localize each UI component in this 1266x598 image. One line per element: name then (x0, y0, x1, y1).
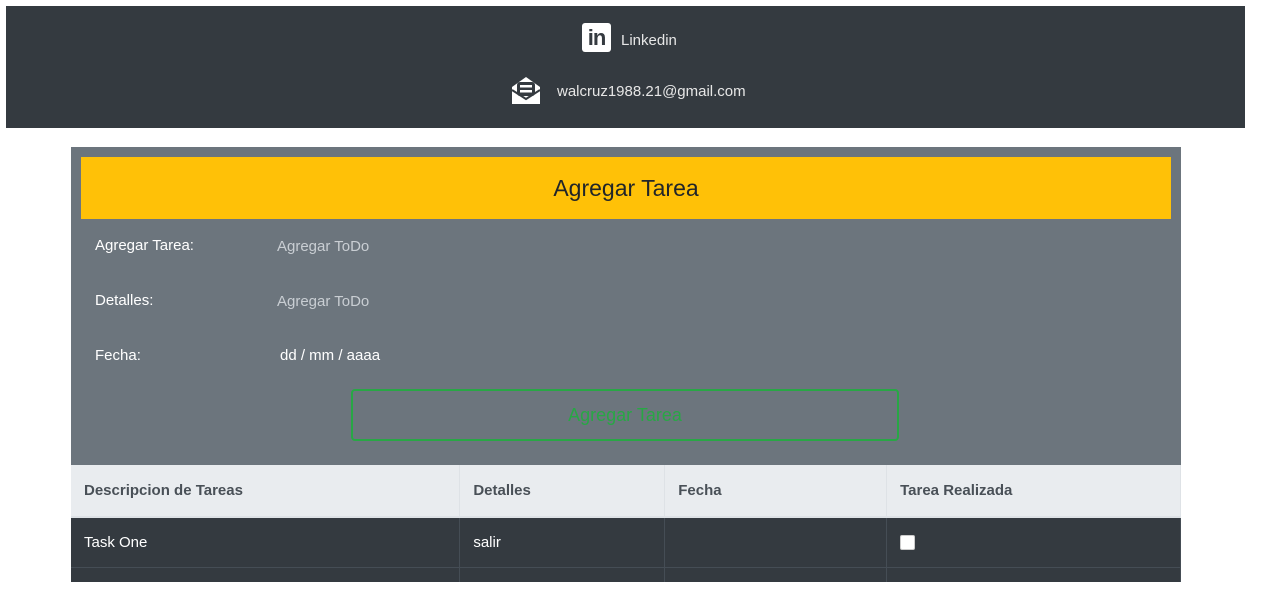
todo-card: Agregar Tarea Agregar Tarea: Detalles: F… (71, 147, 1181, 582)
task-description-cell: Task One (71, 517, 461, 568)
linkedin-icon: in (582, 23, 611, 52)
linkedin-link[interactable]: in Linkedin (582, 23, 677, 52)
table-header-row: Descripcion de Tareas Detalles Fecha Tar… (71, 465, 1181, 518)
details-label: Detalles: (95, 292, 154, 309)
task-done-cell (886, 517, 1181, 568)
date-label: Fecha: (95, 347, 141, 364)
top-bar: in Linkedin walcruz1988.21@gmail.com (6, 6, 1245, 128)
column-header-done: Tarea Realizada (886, 465, 1181, 518)
task-done-checkbox[interactable] (900, 535, 916, 551)
task-label: Agregar Tarea: (95, 237, 194, 254)
empty-cell (71, 567, 461, 582)
column-header-date: Fecha (664, 465, 888, 518)
task-details-cell: salir (459, 517, 666, 568)
task-date-cell (664, 517, 888, 568)
empty-cell (886, 567, 1181, 582)
mail-open-icon (511, 77, 541, 104)
email-link[interactable]: walcruz1988.21@gmail.com (509, 73, 746, 107)
column-header-details: Detalles (459, 465, 666, 518)
task-field-row: Agregar Tarea: (71, 232, 1181, 262)
table-row (71, 567, 1181, 582)
card-title: Agregar Tarea (81, 157, 1171, 219)
linkedin-label: Linkedin (621, 32, 677, 49)
details-input[interactable] (277, 287, 877, 315)
task-input[interactable] (277, 232, 877, 260)
details-field-row: Detalles: (71, 287, 1181, 317)
tasks-table: Descripcion de Tareas Detalles Fecha Tar… (71, 465, 1181, 582)
add-task-button[interactable]: Agregar Tarea (351, 389, 899, 441)
empty-cell (459, 567, 666, 582)
date-input[interactable]: dd / mm / aaaa (280, 347, 380, 364)
date-field-row: Fecha: dd / mm / aaaa (71, 342, 1181, 372)
column-header-description: Descripcion de Tareas (71, 465, 461, 518)
empty-cell (664, 567, 888, 582)
email-label: walcruz1988.21@gmail.com (557, 83, 746, 100)
table-row: Task One salir (71, 517, 1181, 568)
